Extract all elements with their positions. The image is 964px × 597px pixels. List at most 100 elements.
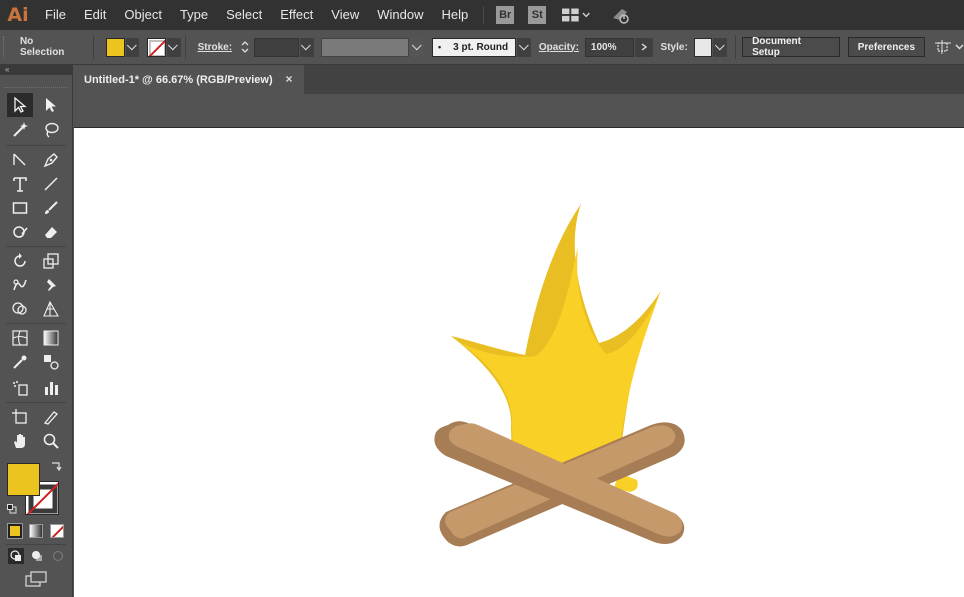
- menu-bar: Ai File Edit Object Type Select Effect V…: [0, 0, 964, 30]
- swap-fill-stroke-icon[interactable]: [50, 460, 62, 475]
- selection-label: No Selection: [19, 36, 65, 58]
- perspective-grid-tool[interactable]: [38, 297, 64, 321]
- stroke-label[interactable]: Stroke:: [190, 42, 238, 53]
- brush-definition-field[interactable]: • 3 pt. Round: [431, 37, 517, 57]
- close-icon[interactable]: ×: [282, 72, 296, 86]
- stroke-swatch[interactable]: [147, 37, 166, 57]
- gradient-mode-button[interactable]: [29, 524, 43, 538]
- pen-nib-icon: [43, 153, 58, 168]
- bridge-button[interactable]: Br: [496, 6, 515, 24]
- menu-type[interactable]: Type: [171, 0, 217, 30]
- artboard[interactable]: [74, 128, 964, 597]
- eraser-icon: [45, 227, 57, 238]
- screen-mode-icon[interactable]: [25, 570, 47, 591]
- artboard-tool[interactable]: [7, 405, 33, 429]
- align-menu-icon[interactable]: [935, 40, 964, 54]
- tools-panel: «: [0, 65, 73, 597]
- zoom-tool[interactable]: [38, 429, 64, 453]
- gradient-tool[interactable]: [38, 326, 64, 350]
- tools-divider: [6, 402, 66, 403]
- fill-dropdown[interactable]: [125, 37, 140, 57]
- control-divider: [184, 35, 186, 59]
- column-graph-tool[interactable]: [38, 376, 64, 400]
- gpu-performance-icon[interactable]: [610, 4, 632, 26]
- blend-icon: [44, 355, 59, 370]
- slice-tool[interactable]: [38, 405, 64, 429]
- mesh-icon: [12, 330, 28, 346]
- tools-grip[interactable]: [4, 87, 68, 88]
- menu-effect[interactable]: Effect: [271, 0, 322, 30]
- tools-panel-header[interactable]: «: [0, 65, 72, 75]
- opacity-field[interactable]: 100%: [584, 37, 635, 57]
- opacity-dropdown[interactable]: [635, 37, 653, 57]
- lasso-tool[interactable]: [38, 118, 64, 142]
- warp-tool[interactable]: [7, 273, 33, 297]
- draw-inside-icon[interactable]: [50, 548, 66, 564]
- menu-edit[interactable]: Edit: [75, 0, 115, 30]
- document-setup-button[interactable]: Document Setup: [742, 36, 840, 58]
- stroke-weight-dropdown[interactable]: [299, 37, 314, 57]
- variable-width-profile[interactable]: [321, 37, 410, 57]
- graphic-style-swatch[interactable]: [693, 37, 713, 57]
- canvas-top-area: [74, 94, 964, 128]
- mesh-tool[interactable]: [7, 326, 33, 350]
- magic-wand-tool[interactable]: [7, 118, 33, 142]
- hand-icon: [14, 434, 25, 448]
- stroke-weight-field[interactable]: [253, 37, 299, 57]
- preferences-button[interactable]: Preferences: [847, 37, 926, 57]
- selection-tool[interactable]: [7, 93, 33, 117]
- eyedropper-tool[interactable]: [7, 350, 33, 374]
- stock-button[interactable]: St: [528, 6, 547, 24]
- arrange-documents-icon[interactable]: [562, 6, 590, 24]
- draw-normal-icon[interactable]: [8, 548, 24, 564]
- blend-tool[interactable]: [38, 350, 64, 374]
- menu-object[interactable]: Object: [115, 0, 171, 30]
- opacity-label[interactable]: Opacity:: [535, 42, 585, 53]
- symbol-sprayer-icon: [13, 381, 28, 396]
- collapse-icon[interactable]: «: [5, 65, 9, 74]
- hand-tool[interactable]: [7, 429, 33, 453]
- menu-help[interactable]: Help: [432, 0, 477, 30]
- puppet-warp-tool[interactable]: [38, 273, 64, 297]
- fill-color-box[interactable]: [7, 463, 40, 496]
- eraser-tool[interactable]: [38, 220, 64, 244]
- draw-behind-icon[interactable]: [29, 548, 45, 564]
- stroke-weight-stepper[interactable]: [238, 37, 252, 57]
- menu-file[interactable]: File: [36, 0, 75, 30]
- shaper-icon: [13, 226, 28, 238]
- menu-window[interactable]: Window: [368, 0, 432, 30]
- line-segment-tool[interactable]: [38, 172, 64, 196]
- campfire-artwork[interactable]: [74, 128, 964, 597]
- curvature-tool[interactable]: [38, 148, 64, 172]
- tools-divider: [6, 544, 66, 545]
- brush-dropdown[interactable]: [517, 37, 531, 57]
- shape-builder-tool[interactable]: [7, 297, 33, 321]
- stroke-dropdown[interactable]: [166, 37, 181, 57]
- type-icon: [13, 177, 27, 192]
- width-profile-dropdown[interactable]: [410, 37, 425, 57]
- shaper-tool[interactable]: [7, 220, 33, 244]
- default-fill-stroke-icon[interactable]: [7, 503, 17, 517]
- style-dropdown[interactable]: [713, 37, 728, 57]
- menu-view[interactable]: View: [322, 0, 368, 30]
- rotate-tool[interactable]: [7, 249, 33, 273]
- none-mode-button[interactable]: [50, 524, 64, 538]
- knife-icon: [43, 411, 58, 425]
- paintbrush-icon: [45, 201, 58, 214]
- none-icon: [51, 525, 63, 537]
- pen-tool[interactable]: [7, 148, 33, 172]
- paintbrush-tool[interactable]: [38, 196, 64, 220]
- menu-select[interactable]: Select: [217, 0, 271, 30]
- selection-arrow-icon: [14, 96, 27, 113]
- scale-tool[interactable]: [38, 249, 64, 273]
- rectangle-tool[interactable]: [7, 196, 33, 220]
- type-tool[interactable]: [7, 172, 33, 196]
- document-tab[interactable]: Untitled-1* @ 66.67% (RGB/Preview) ×: [74, 65, 304, 94]
- symbol-sprayer-tool[interactable]: [7, 376, 33, 400]
- direct-selection-tool[interactable]: [38, 93, 64, 117]
- warp-icon: [13, 279, 27, 291]
- color-mode-button[interactable]: [7, 523, 23, 539]
- rectangle-icon: [12, 202, 28, 214]
- fill-swatch[interactable]: [106, 37, 125, 57]
- menu-divider: [483, 6, 485, 24]
